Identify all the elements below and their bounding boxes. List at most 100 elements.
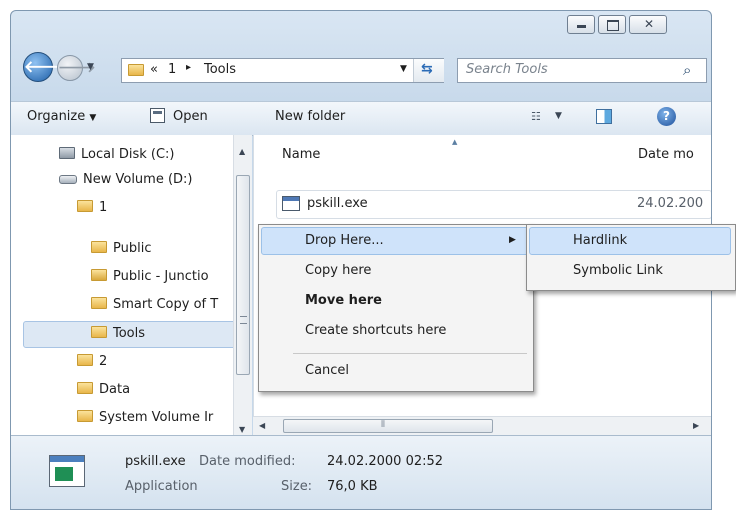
menu-item-label: Drop Here...	[305, 233, 384, 248]
forward-button[interactable]: 🡒	[57, 55, 96, 81]
grip-icon	[240, 316, 247, 324]
tree-item-tools[interactable]: Tools	[91, 323, 145, 345]
back-button[interactable]: 🡐	[23, 52, 67, 82]
address-overflow[interactable]: «	[150, 62, 158, 77]
grip-icon: ⦀	[381, 420, 385, 430]
file-date: 24.02.200	[637, 196, 704, 211]
folder-icon	[77, 382, 93, 394]
address-folder-icon	[128, 64, 144, 76]
help-icon[interactable]: ?	[657, 107, 676, 126]
details-filename: pskill.exe	[125, 454, 186, 469]
folder-icon	[91, 297, 107, 309]
close-button[interactable]: ✕	[629, 15, 667, 34]
details-date-label: Date modified:	[199, 454, 296, 469]
details-filetype: Application	[125, 479, 198, 494]
back-arrow-icon: 🡐	[24, 57, 67, 76]
details-pane: pskill.exe Application Date modified: 24…	[11, 435, 711, 509]
menu-item-label: Cancel	[305, 363, 350, 378]
menu-item-label: Move here	[305, 293, 382, 308]
menu-item-create-shortcuts[interactable]: Create shortcuts here	[263, 318, 527, 344]
scroll-right-icon[interactable]: ▶	[693, 421, 699, 430]
search-box[interactable]: Search Tools ⌕	[457, 58, 707, 83]
tree-item-data[interactable]: Data	[77, 379, 130, 401]
tree-item-1[interactable]: 1	[77, 197, 107, 219]
tree-label: Public - Junctio	[113, 269, 209, 284]
tree-item-new-volume-d[interactable]: New Volume (D:)	[59, 169, 193, 191]
column-header-name[interactable]: Name	[282, 147, 320, 162]
tree-item-2[interactable]: 2	[77, 351, 107, 373]
recent-pages-chevron-icon[interactable]: ▼	[87, 62, 94, 72]
forward-arrow-icon: 🡒	[58, 60, 96, 76]
views-icon[interactable]: ☷	[531, 110, 541, 123]
views-chevron-icon[interactable]: ▼	[555, 111, 562, 121]
tree-label: 1	[99, 200, 108, 215]
new-folder-button[interactable]: New folder	[275, 109, 345, 124]
menu-item-copy-here[interactable]: Copy here	[263, 258, 527, 284]
tree-label: Public	[113, 241, 152, 256]
file-horizontal-scrollbar[interactable]: ◀ ⦀ ▶	[253, 416, 711, 435]
address-dropdown-icon[interactable]: ▼	[400, 64, 407, 74]
column-header-date[interactable]: Date mo	[638, 147, 694, 162]
menu-item-drop-here[interactable]: Drop Here...	[263, 228, 527, 254]
tree-label: 2	[99, 354, 108, 369]
breadcrumb-separator[interactable]: ▸	[186, 62, 191, 73]
file-scroll-thumb[interactable]: ⦀	[283, 419, 493, 433]
drive-c-icon	[59, 147, 75, 159]
scroll-left-icon[interactable]: ◀	[259, 421, 265, 430]
details-date-value: 24.02.2000 02:52	[327, 454, 444, 469]
organize-menu[interactable]: Organize ▼	[27, 109, 96, 124]
menu-item-label: Copy here	[305, 263, 372, 278]
column-header-row: Name ▲ Date mo	[254, 135, 711, 175]
search-icon[interactable]: ⌕	[683, 61, 691, 79]
breadcrumb-tools[interactable]: Tools	[204, 62, 236, 77]
organize-label: Organize	[27, 109, 86, 124]
minimize-button[interactable]	[567, 15, 595, 34]
nav-vertical-scrollbar[interactable]: ▲ ▼	[233, 135, 252, 435]
open-button[interactable]: Open	[173, 109, 208, 124]
menu-separator	[293, 353, 527, 354]
folder-icon	[77, 410, 93, 422]
tree-label: Data	[99, 382, 131, 397]
junction-folder-icon	[91, 269, 107, 281]
file-row-pskill[interactable]: pskill.exe 24.02.200	[276, 190, 711, 219]
scroll-down-icon[interactable]: ▼	[239, 425, 245, 434]
tree-label: Tools	[113, 326, 146, 341]
tree-item-smart-copy[interactable]: Smart Copy of T	[91, 294, 218, 316]
file-name: pskill.exe	[307, 196, 368, 211]
submenu-item-symbolic-link[interactable]: Symbolic Link	[531, 258, 729, 284]
maximize-button[interactable]	[598, 15, 626, 34]
minimize-icon	[577, 25, 586, 28]
submenu-item-hardlink[interactable]: Hardlink	[531, 228, 729, 254]
menu-item-label: Symbolic Link	[573, 263, 663, 278]
breadcrumb-1[interactable]: 1	[168, 62, 176, 77]
menu-item-cancel[interactable]: Cancel	[263, 358, 527, 384]
tree-item-local-disk-c[interactable]: Local Disk (C:)	[59, 144, 174, 166]
tree-label: Local Disk (C:)	[81, 147, 175, 162]
tree-item-system-volume[interactable]: System Volume Ir	[77, 407, 213, 429]
tree-label: System Volume Ir	[99, 410, 214, 425]
command-bar: Organize ▼ Open New folder ☷ ▼ ?	[11, 101, 711, 136]
application-large-icon	[49, 455, 85, 487]
organize-chevron-icon: ▼	[89, 113, 97, 123]
application-icon	[282, 196, 300, 211]
navigation-pane: Local Disk (C:) New Volume (D:) 1 Public…	[11, 135, 252, 435]
context-menu: Drop Here... ▶ Copy here Move here Creat…	[258, 224, 534, 392]
refresh-button[interactable]: ⇆	[413, 59, 444, 82]
tree-item-public[interactable]: Public	[91, 238, 151, 260]
menu-item-label: Hardlink	[573, 233, 628, 248]
address-bar[interactable]: « 1 ▸ Tools ▼ ⇆	[121, 58, 444, 83]
menu-item-label: Create shortcuts here	[305, 323, 447, 338]
tree-label: Smart Copy of T	[113, 297, 219, 312]
drive-icon	[59, 175, 77, 184]
folder-icon	[77, 354, 93, 366]
details-size-value: 76,0 KB	[327, 479, 378, 494]
preview-pane-icon[interactable]	[596, 109, 612, 124]
submenu-arrow-icon: ▶	[509, 235, 516, 245]
menu-item-move-here[interactable]: Move here	[263, 288, 527, 314]
tree-item-public-junction[interactable]: Public - Junctio	[91, 266, 209, 288]
scroll-up-icon[interactable]: ▲	[239, 147, 245, 156]
maximize-icon	[607, 20, 619, 31]
folder-icon	[77, 200, 93, 212]
sort-ascending-icon: ▲	[452, 138, 458, 146]
nav-scroll-thumb[interactable]	[236, 175, 250, 375]
